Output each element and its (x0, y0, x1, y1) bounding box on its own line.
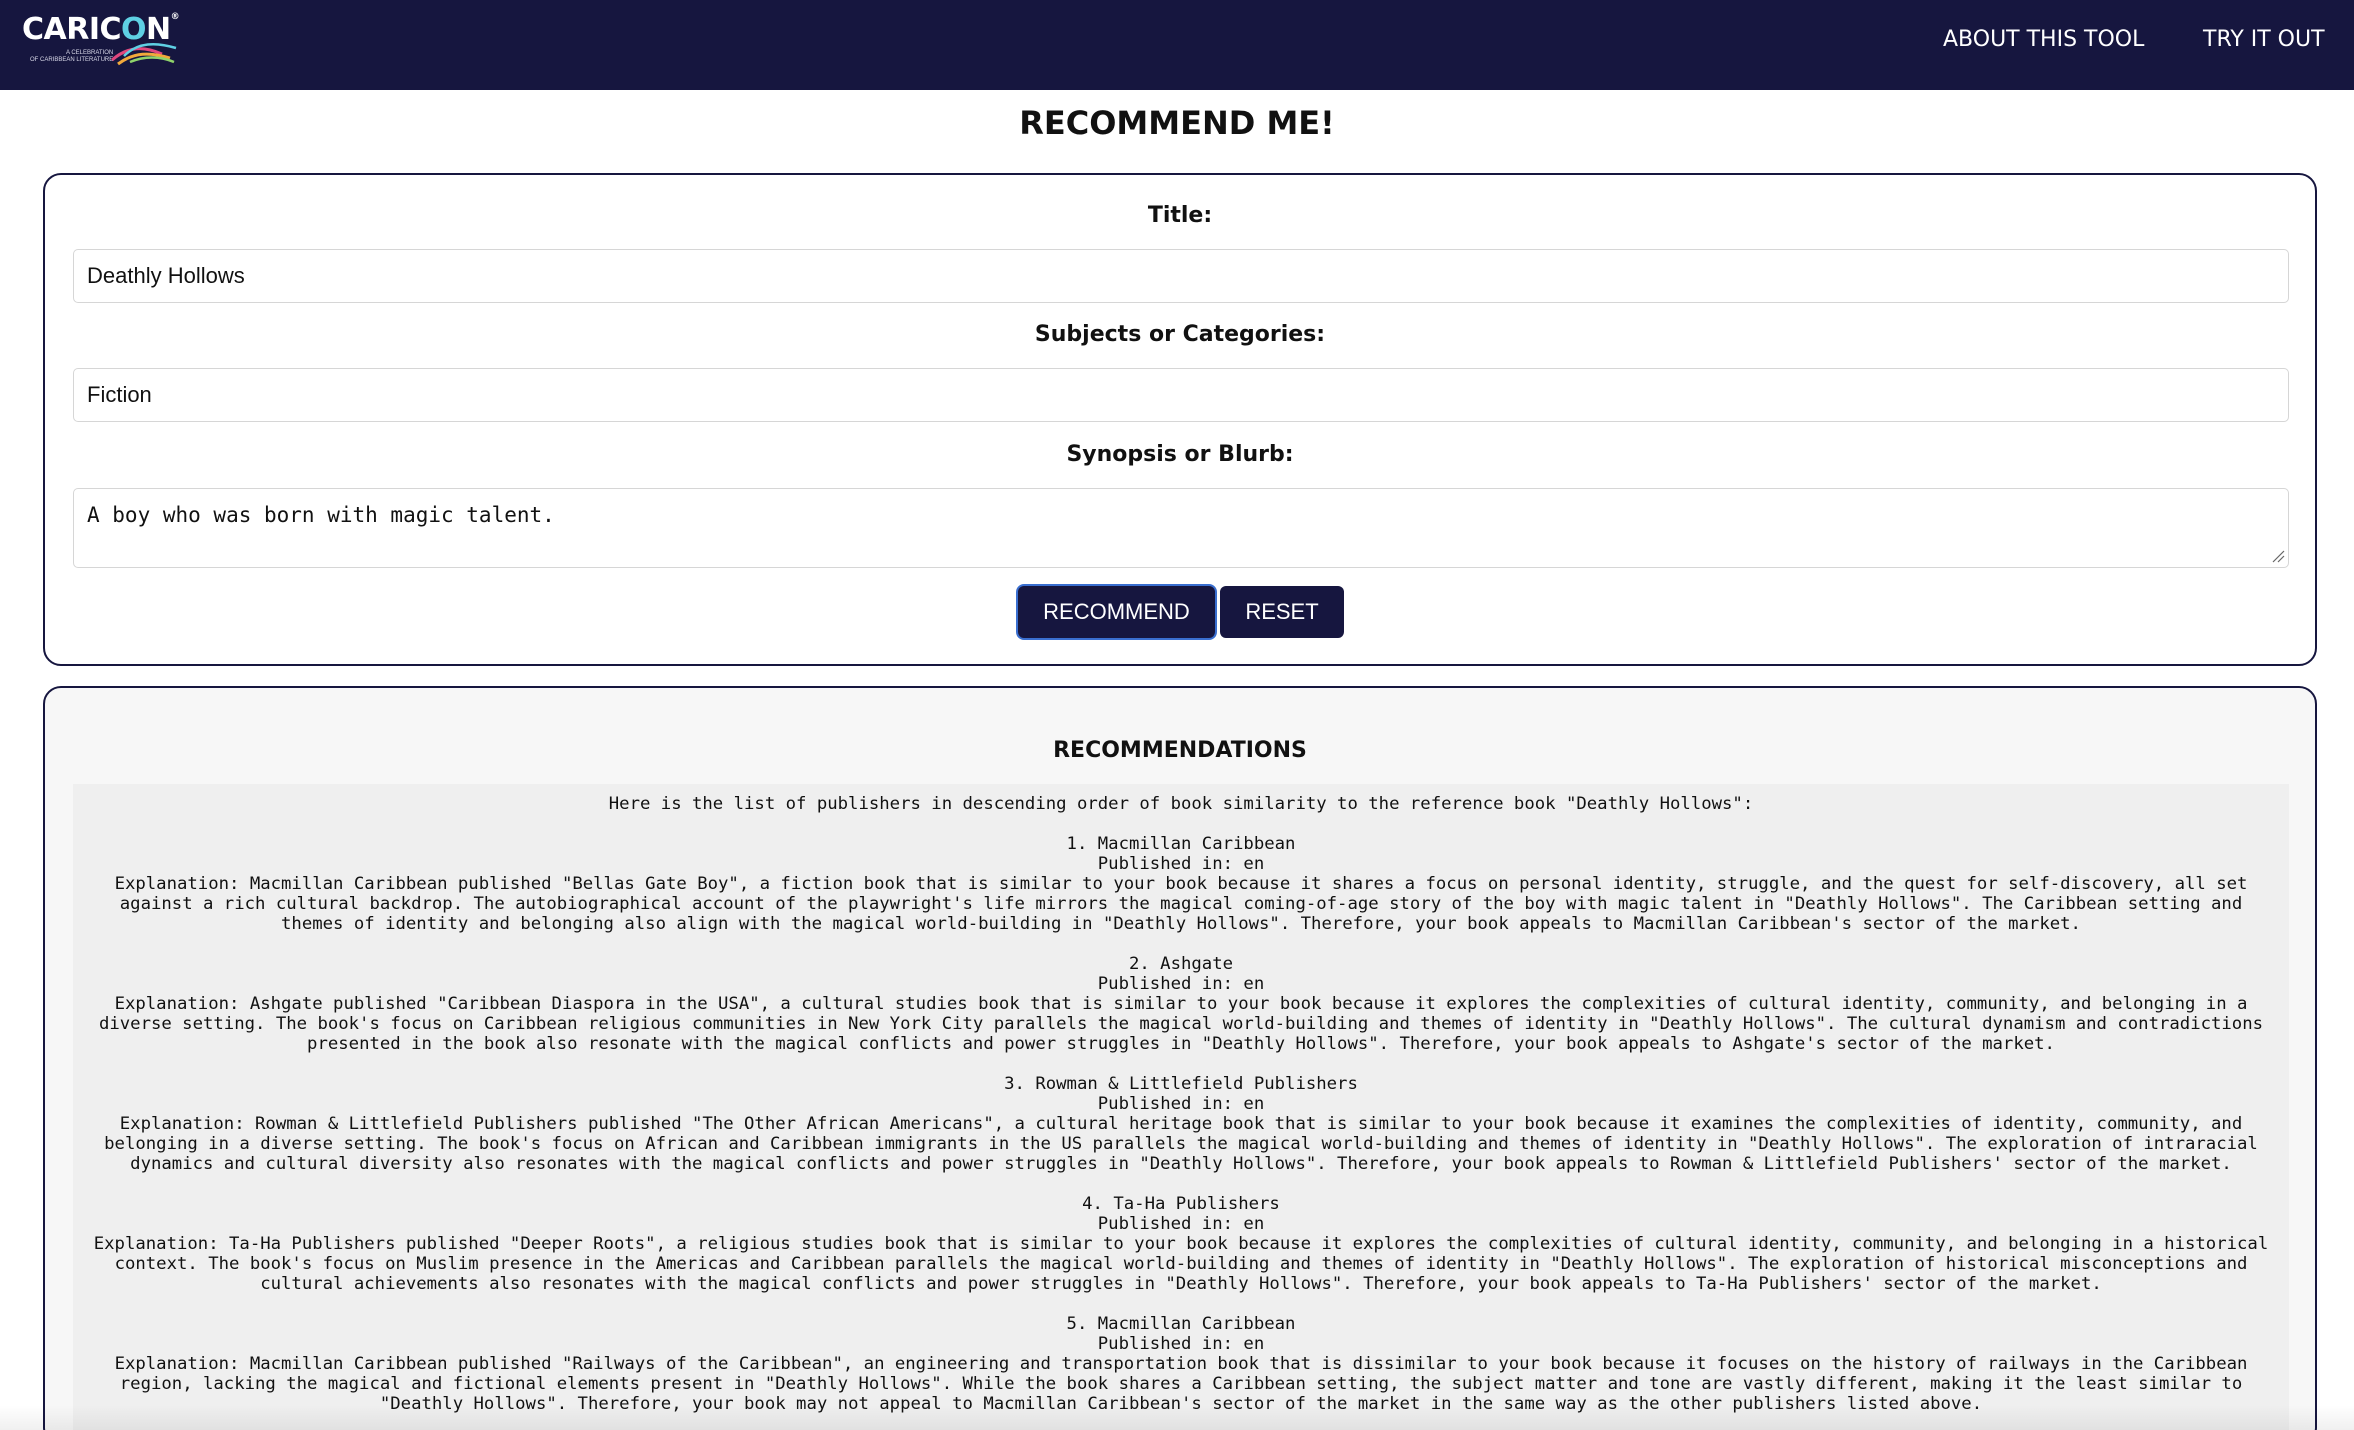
top-navbar: CARICON® A CELEBRATION OF CARIBBEAN LITE… (0, 0, 2354, 90)
recommendation-published: Published in: en (1097, 1214, 1265, 1234)
recommendation-explanation-line: dynamics and cultural diversity also res… (130, 1154, 2232, 1174)
recommendation-title: 5. Macmillan Caribbean (1066, 1314, 1296, 1334)
recommendation-title: 3. Rowman & Littlefield Publishers (1004, 1074, 1358, 1094)
synopsis-label: Synopsis or Blurb: (1066, 442, 1294, 467)
recommendation-published: Published in: en (1097, 854, 1265, 874)
recommendation-explanation-line: against a rich cultural backdrop. The au… (119, 894, 2243, 914)
recommendation-published: Published in: en (1097, 974, 1265, 994)
caricon-logo[interactable]: CARICON® A CELEBRATION OF CARIBBEAN LITE… (22, 10, 182, 70)
recommendation-published: Published in: en (1097, 1334, 1265, 1354)
recommendation-title: 4. Ta-Ha Publishers (1082, 1194, 1280, 1214)
recommendation-explanation-line: presented in the book also resonate with… (307, 1034, 2055, 1054)
recommendation-title: 2. Ashgate (1128, 954, 1234, 974)
recommendation-explanation-line: Explanation: Ta-Ha Publishers published … (93, 1234, 2269, 1254)
nav-about-this-tool[interactable]: ABOUT THIS TOOL (1943, 27, 2144, 52)
recommendation-item: 5. Macmillan Caribbean Published in: en … (73, 1314, 2289, 1414)
recommendation-explanation-line: "Deathly Hollows". Therefore, your book … (379, 1394, 1983, 1414)
recommendations-heading: RECOMMENDATIONS (1053, 738, 1307, 763)
recommendation-explanation-line: Explanation: Macmillan Caribbean publish… (114, 874, 2248, 894)
title-label: Title: (1147, 203, 1213, 228)
logo-swoosh-icon (111, 42, 177, 66)
title-input[interactable] (73, 249, 2289, 303)
recommend-button[interactable]: RECOMMEND (1018, 586, 1215, 638)
recommendations-panel: RECOMMENDATIONS Here is the list of publ… (43, 686, 2317, 1430)
recommendation-published: Published in: en (1097, 1094, 1265, 1114)
recommendation-explanation-line: Explanation: Rowman & Littlefield Publis… (119, 1114, 2243, 1134)
recommendation-explanation-line: Explanation: Macmillan Caribbean publish… (114, 1354, 2248, 1374)
subjects-label: Subjects or Categories: (1034, 322, 1326, 347)
page-title: RECOMMEND ME! (1019, 104, 1335, 142)
reset-button[interactable]: RESET (1220, 586, 1344, 638)
recommendation-item: 2. Ashgate Published in: en Explanation:… (73, 954, 2289, 1054)
recommendation-explanation-line: region, lacking the magical and fictiona… (119, 1374, 2243, 1394)
recommendation-explanation-line: themes of identity and belonging also al… (281, 914, 2081, 934)
recommendation-title: 1. Macmillan Caribbean (1066, 834, 1296, 854)
recommendation-item: 4. Ta-Ha Publishers Published in: en Exp… (73, 1194, 2289, 1294)
logo-tagline: A CELEBRATION OF CARIBBEAN LITERATURE (30, 50, 114, 63)
subjects-input[interactable] (73, 368, 2289, 422)
resize-grip-icon[interactable] (2271, 549, 2285, 563)
recommendation-explanation-line: context. The book's focus on Muslim pres… (114, 1254, 2248, 1274)
recommendation-explanation-line: cultural achievements also resonates wit… (260, 1274, 2102, 1294)
recommendation-item: 3. Rowman & Littlefield Publishers Publi… (73, 1074, 2289, 1174)
recommend-form-panel: Title: Subjects or Categories: Synopsis … (43, 173, 2317, 666)
nav-try-it-out[interactable]: TRY IT OUT (2203, 27, 2325, 52)
recommendation-explanation-line: Explanation: Ashgate published "Caribbea… (114, 994, 2248, 1014)
recommendation-item: 1. Macmillan Caribbean Published in: en … (73, 834, 2289, 934)
recommendations-intro: Here is the list of publishers in descen… (608, 794, 1754, 814)
recommendations-output: Here is the list of publishers in descen… (73, 784, 2289, 1430)
recommendation-explanation-line: belonging in a diverse setting. The book… (104, 1134, 2258, 1154)
synopsis-textarea[interactable]: A boy who was born with magic talent. (73, 488, 2289, 568)
recommendation-explanation-line: diverse setting. The book's focus on Car… (98, 1014, 2264, 1034)
